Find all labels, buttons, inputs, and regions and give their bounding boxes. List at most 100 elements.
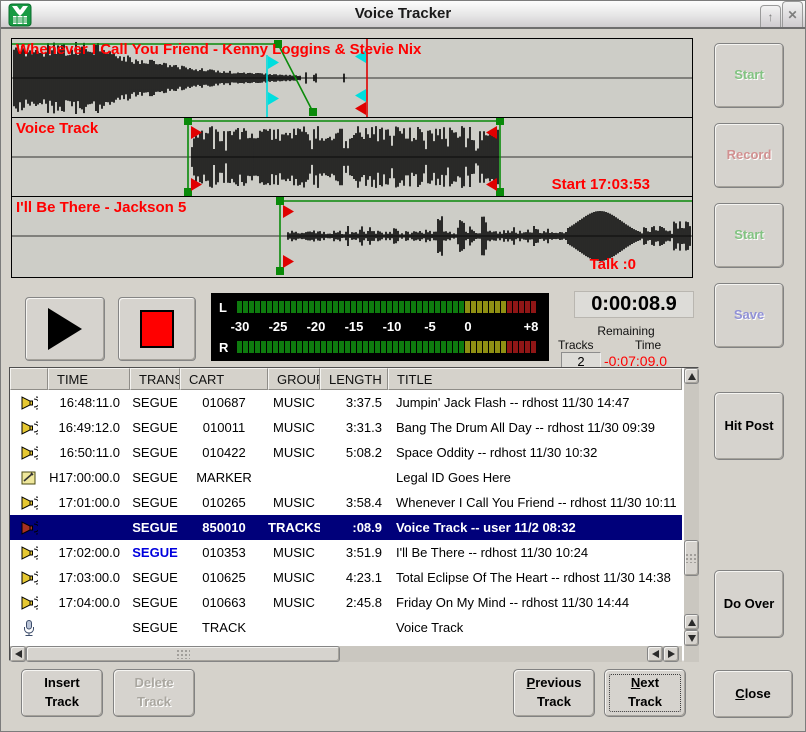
track-panel-next-song[interactable]: I'll Be There - Jackson 5 Talk :0	[12, 197, 692, 276]
cell-group	[268, 465, 320, 490]
log-row[interactable]: H17:00:00.0SEGUEMARKERLegal ID Goes Here	[10, 465, 682, 490]
close-icon[interactable]: ✕	[782, 1, 803, 27]
log-row[interactable]: 16:50:11.0SEGUE010422MUSIC5:08.2Space Od…	[10, 440, 682, 465]
triangle-up-icon	[688, 619, 696, 626]
log-row[interactable]: 17:02:00.0SEGUE010353MUSIC3:51.9I'll Be …	[10, 540, 682, 565]
cell-title: I'll Be There -- rdhost 11/30 10:24	[388, 540, 682, 565]
log-row[interactable]: 16:49:12.0SEGUE010011MUSIC3:31.3Bang The…	[10, 415, 682, 440]
grip-dots	[685, 553, 699, 563]
cell-icon	[10, 540, 48, 565]
envelope-handle[interactable]	[496, 118, 504, 125]
cell-icon	[10, 390, 48, 415]
cell-cart: 010265	[180, 490, 268, 515]
horizontal-scroll-thumb[interactable]	[26, 646, 340, 662]
triangle-left-icon	[652, 650, 659, 658]
vu-left-label: L	[219, 300, 227, 315]
column-header-group[interactable]: GROUP	[268, 368, 320, 390]
edit-marker[interactable]	[355, 102, 366, 115]
stop-button[interactable]	[118, 297, 196, 361]
envelope-handle[interactable]	[184, 188, 192, 196]
start-button-top[interactable]: Start	[714, 43, 784, 108]
cell-title: Bang The Drum All Day -- rdhost 11/30 09…	[388, 415, 682, 440]
edit-marker[interactable]	[486, 178, 497, 191]
cell-title: Friday On My Mind -- rdhost 11/30 14:44	[388, 590, 682, 615]
vertical-scrollbar[interactable]	[684, 368, 699, 662]
vu-right-label: R	[219, 340, 228, 355]
scroll-up-button[interactable]	[684, 368, 699, 384]
edit-marker[interactable]	[283, 205, 294, 218]
vu-scale-tick: -15	[345, 319, 364, 334]
record-button[interactable]: Record	[714, 123, 784, 188]
scroll-left-button[interactable]	[10, 646, 26, 662]
edit-marker[interactable]	[268, 92, 279, 105]
cell-cart: 010687	[180, 390, 268, 415]
cell-cart: MARKER	[180, 465, 268, 490]
vertical-scroll-thumb[interactable]	[684, 540, 699, 576]
scroll-down-button[interactable]	[684, 630, 699, 646]
cell-time: 17:02:00.0	[48, 540, 130, 565]
cell-icon	[10, 440, 48, 465]
log-row[interactable]: 17:01:00.0SEGUE010265MUSIC3:58.4Whenever…	[10, 490, 682, 515]
column-header-icon[interactable]	[10, 368, 48, 390]
envelope-handle[interactable]	[276, 197, 284, 205]
do-over-button[interactable]: Do Over	[714, 570, 784, 638]
envelope-handle[interactable]	[496, 188, 504, 196]
cell-group: MUSIC	[268, 540, 320, 565]
log-row[interactable]: 16:48:11.0SEGUE010687MUSIC3:37.5Jumpin' …	[10, 390, 682, 415]
envelope-handle[interactable]	[276, 267, 284, 275]
cell-trans: SEGUE	[130, 615, 180, 640]
speaker-icon	[20, 519, 38, 537]
cell-icon	[10, 590, 48, 615]
edit-marker[interactable]	[283, 255, 294, 268]
track-panel-overlapping-song[interactable]: Whenever I Call You Friend - Kenny Loggi…	[12, 39, 692, 118]
play-button[interactable]	[25, 297, 105, 361]
column-header-length[interactable]: LENGTH	[320, 368, 388, 390]
insert-track-button[interactable]: InsertTrack	[21, 669, 103, 717]
cell-trans: SEGUE	[130, 540, 180, 565]
scroll-right-button[interactable]	[663, 646, 679, 662]
log-row[interactable]: 17:03:00.0SEGUE010625MUSIC4:23.1Total Ec…	[10, 565, 682, 590]
cell-time: 16:48:11.0	[48, 390, 130, 415]
column-header-trans[interactable]: TRANS	[130, 368, 180, 390]
envelope-handle[interactable]	[309, 108, 317, 116]
cell-group: MUSIC	[268, 490, 320, 515]
cell-cart: 010353	[180, 540, 268, 565]
close-button[interactable]: Close	[713, 670, 793, 718]
edit-marker[interactable]	[355, 89, 366, 102]
speaker-icon	[20, 444, 38, 462]
log-row[interactable]: 17:04:00.0SEGUE010663MUSIC2:45.8Friday O…	[10, 590, 682, 615]
column-header-title[interactable]: TITLE	[388, 368, 682, 390]
next-track-button[interactable]: NextTrack	[604, 669, 686, 717]
speaker-icon	[20, 419, 38, 437]
horizontal-scrollbar[interactable]	[10, 646, 682, 662]
cell-icon	[10, 565, 48, 590]
delete-track-button[interactable]: DeleteTrack	[113, 669, 195, 717]
cell-time: 17:03:00.0	[48, 565, 130, 590]
cell-time	[48, 615, 130, 640]
cell-group: TRACKS	[268, 515, 320, 540]
scroll-left-button-2[interactable]	[647, 646, 663, 662]
cell-time: H17:00:00.0	[48, 465, 130, 490]
log-row[interactable]: SEGUETRACKVoice Track	[10, 615, 682, 640]
hit-post-button[interactable]: Hit Post	[714, 392, 784, 460]
vu-scale-tick: -5	[424, 319, 436, 334]
main-content: Whenever I Call You Friend - Kenny Loggi…	[1, 29, 805, 731]
cell-trans: SEGUE	[130, 515, 180, 540]
shade-icon[interactable]: ↑	[760, 5, 781, 27]
triangle-up-icon	[688, 373, 696, 380]
scroll-up-button-2[interactable]	[684, 614, 699, 630]
column-header-time[interactable]: TIME	[48, 368, 130, 390]
track-title-2: Voice Track	[16, 120, 98, 137]
cell-icon	[10, 515, 48, 540]
start-button-bottom[interactable]: Start	[714, 203, 784, 268]
microphone-icon	[20, 619, 38, 637]
column-header-cart[interactable]: CART	[180, 368, 268, 390]
track-panel-voice-track[interactable]: Voice Track Start 17:03:53	[12, 118, 692, 197]
envelope-handle[interactable]	[184, 118, 192, 125]
save-button[interactable]: Save	[714, 283, 784, 348]
titlebar[interactable]: Voice Tracker ↑ ✕	[1, 1, 805, 29]
voice-tracker-window: Voice Tracker ↑ ✕ Whenever I Call You Fr…	[0, 0, 806, 732]
triangle-left-icon	[15, 650, 22, 658]
previous-track-button[interactable]: PreviousTrack	[513, 669, 595, 717]
log-row-selected[interactable]: SEGUE850010TRACKS:08.9Voice Track -- use…	[10, 515, 682, 540]
